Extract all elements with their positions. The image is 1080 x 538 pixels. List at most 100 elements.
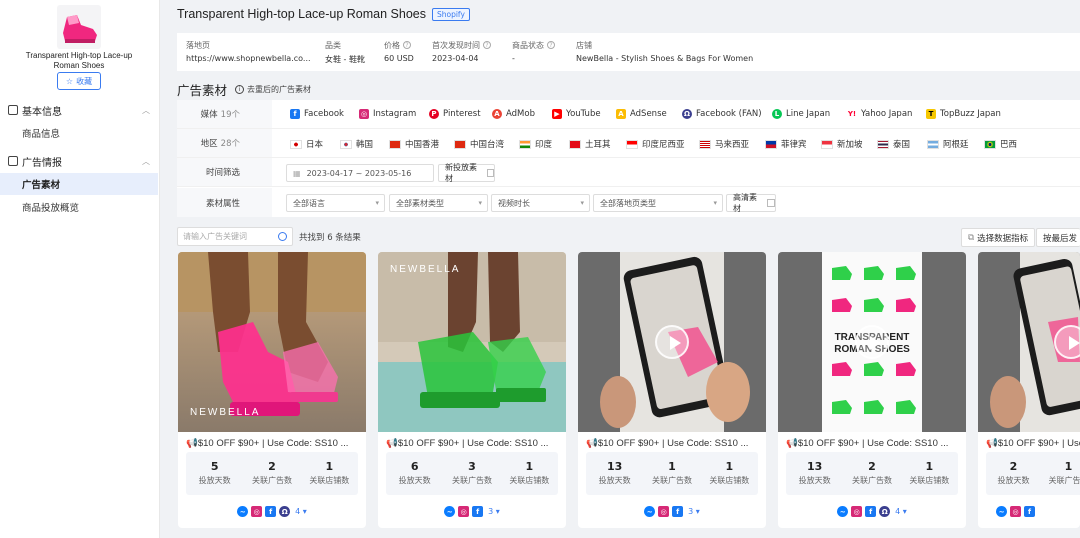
stat-days: 2 <box>1009 460 1018 473</box>
messenger-icon: ~ <box>837 506 849 517</box>
more-platforms[interactable]: 3 ▾ <box>488 507 500 516</box>
creative-video[interactable] <box>978 252 1080 432</box>
region-option-indonesia[interactable]: 印度尼西亚 <box>626 138 685 150</box>
region-option-thailand[interactable]: 泰国 <box>877 138 910 150</box>
language-select[interactable]: 全部语言 ▾ <box>286 194 385 212</box>
stat-ads: 2 <box>868 460 876 473</box>
flag-taiwan-icon <box>454 139 466 149</box>
ad-title: 📢$10 OFF $90+ | Use Code: SS10 ... <box>986 438 1080 449</box>
platform-icons: ~ ◎ f Ω 4 ▾ <box>178 506 366 517</box>
section-title: 广告素材 <box>177 83 228 98</box>
sidebar-item-ad-creatives[interactable]: 广告素材 <box>0 173 158 195</box>
sort-button[interactable]: 按最后发 <box>1036 228 1080 247</box>
region-option-brazil[interactable]: 巴西 <box>984 138 1017 150</box>
meta-landing-page: 落地页 https://www.shopnewbella.co... <box>186 40 311 64</box>
creative-card[interactable]: NEWBELLA 📢$10 OFF $90+ | Use Code: SS10 … <box>178 252 366 528</box>
creative-video[interactable] <box>578 252 766 432</box>
facebook-fan-icon: Ω <box>682 109 692 119</box>
youtube-icon: ▶ <box>552 109 562 119</box>
play-icon[interactable] <box>855 325 889 359</box>
product-thumbnail <box>57 5 101 49</box>
region-option-singapore[interactable]: 新加坡 <box>821 138 863 150</box>
keyword-search-input[interactable]: 请输入广告关键词 <box>177 227 293 246</box>
meta-category: 品类 女鞋 - 鞋靴 <box>325 40 365 65</box>
media-option-youtube[interactable]: ▶ YouTube <box>552 109 601 119</box>
region-option-malaysia[interactable]: 马来西亚 <box>699 138 749 150</box>
play-icon[interactable] <box>1054 325 1080 359</box>
help-icon[interactable]: ? <box>483 41 491 49</box>
more-platforms[interactable]: 4 ▾ <box>895 507 907 516</box>
meta-store: 店铺 NewBella - Stylish Shoes & Bags For W… <box>576 40 754 64</box>
creative-video[interactable]: TRANSPARENT ROMAN SHOES <box>778 252 966 432</box>
region-option-japan[interactable]: 日本 <box>290 138 323 150</box>
nav-group-basic-info[interactable]: 基本信息 ︿ <box>0 99 160 121</box>
region-option-india[interactable]: 印度 <box>519 138 552 150</box>
star-icon: ☆ <box>65 76 74 86</box>
flag-argentina-icon <box>927 139 939 149</box>
media-option-facebook[interactable]: f Facebook <box>290 109 344 119</box>
more-platforms[interactable]: 3 ▾ <box>688 507 700 516</box>
region-option-argentina[interactable]: 阿根廷 <box>927 138 969 150</box>
sidebar-item-product-info[interactable]: 商品信息 <box>0 122 158 144</box>
hd-creatives-checkbox[interactable]: 高清素材 <box>726 193 776 213</box>
instagram-icon: ◎ <box>1010 506 1021 517</box>
help-icon[interactable]: ? <box>547 41 555 49</box>
media-option-instagram[interactable]: ◎ Instagram <box>359 109 416 119</box>
creative-image[interactable]: NEWBELLA <box>378 252 566 432</box>
facebook-icon: f <box>865 506 877 517</box>
media-option-line-japan[interactable]: L Line Japan <box>772 109 830 119</box>
stat-ads: 1 <box>1064 460 1073 473</box>
section-header: 广告素材 i 去重后的广告素材 <box>177 80 311 99</box>
favorite-label: 收藏 <box>76 76 93 86</box>
meta-price: 价格? 60 USD <box>384 40 414 64</box>
creative-card[interactable]: TRANSPARENT ROMAN SHOES 📢$10 OFF $90+ | … <box>778 252 966 528</box>
media-option-adsense[interactable]: A AdSense <box>616 109 667 119</box>
landing-type-select[interactable]: 全部落地页类型 ▾ <box>593 194 723 212</box>
media-option-topbuzz-japan[interactable]: T TopBuzz Japan <box>926 109 1001 119</box>
region-option-turkey[interactable]: 土耳其 <box>569 138 611 150</box>
more-platforms[interactable]: 4 ▾ <box>295 507 307 516</box>
creative-card[interactable]: 📢$10 OFF $90+ | Use Code: SS10 ... 2投放天数… <box>978 252 1080 528</box>
facebook-icon: f <box>290 109 300 119</box>
favorite-button[interactable]: ☆ 收藏 <box>57 72 101 90</box>
region-option-hongkong[interactable]: 中国香港 <box>389 138 439 150</box>
chevron-down-icon: ▾ <box>580 199 584 207</box>
media-option-yahoo-japan[interactable]: Y! Yahoo Japan <box>847 109 912 119</box>
stats-panel: 2投放天数 1关联广告数 <box>986 452 1080 495</box>
ad-title: 📢$10 OFF $90+ | Use Code: SS10 ... <box>386 438 549 449</box>
media-option-facebook-fan[interactable]: Ω Facebook (FAN) <box>682 109 762 119</box>
select-metrics-button[interactable]: ⧉ 选择数据指标 <box>961 228 1036 247</box>
creative-type-select[interactable]: 全部素材类型 ▾ <box>389 194 488 212</box>
creative-image[interactable]: NEWBELLA <box>178 252 366 432</box>
checkbox-icon <box>486 169 494 177</box>
play-icon[interactable] <box>655 325 689 359</box>
flag-korea-icon <box>340 139 352 149</box>
stats-panel: 6 投放天数 3 关联广告数 1 关联店铺数 <box>386 452 558 495</box>
info-icon: i <box>235 85 245 94</box>
date-range-picker[interactable]: ▦ 2023-04-17 ~ 2023-05-16 <box>286 164 434 182</box>
sidebar-item-placement-overview[interactable]: 商品投放概览 <box>0 196 158 218</box>
page-header: Transparent High-top Lace-up Roman Shoes… <box>177 5 470 23</box>
chevron-down-icon: ▾ <box>375 199 379 207</box>
dedupe-toggle[interactable]: i 去重后的广告素材 <box>235 84 311 95</box>
help-icon[interactable]: ? <box>403 41 411 49</box>
result-count: 共找到 6 条结果 <box>299 233 361 243</box>
nav-group-ad-intel[interactable]: 广告情报 ︿ <box>0 150 160 172</box>
search-icon[interactable] <box>278 232 287 241</box>
region-option-korea[interactable]: 韩国 <box>340 138 373 150</box>
region-option-taiwan[interactable]: 中国台湾 <box>454 138 504 150</box>
media-option-pinterest[interactable]: P Pinterest <box>429 109 481 119</box>
stats-panel: 13 投放天数 2 关联广告数 1 关联店铺数 <box>786 452 958 495</box>
ad-title: 📢$10 OFF $90+ | Use Code: SS10 ... <box>186 438 349 449</box>
creative-card[interactable]: 📢$10 OFF $90+ | Use Code: SS10 ... 13 投放天… <box>578 252 766 528</box>
video-duration-select[interactable]: 视频时长 ▾ <box>491 194 590 212</box>
landing-page-link[interactable]: https://www.shopnewbella.co... <box>186 54 311 63</box>
new-creatives-checkbox[interactable]: 新投放素材 <box>438 163 495 183</box>
facebook-icon: f <box>1024 506 1035 517</box>
region-option-philippines[interactable]: 菲律宾 <box>765 138 807 150</box>
media-option-admob[interactable]: A AdMob <box>492 109 535 119</box>
filter-panel: 媒体 19个 f Facebook ◎ Instagram P Pinterest AA… <box>177 100 1080 217</box>
creative-card[interactable]: NEWBELLA 📢$10 OFF $90+ | Use Code: SS10 … <box>378 252 566 528</box>
product-meta: 落地页 https://www.shopnewbella.co... 品类 女鞋… <box>177 33 1080 71</box>
stat-shops: 1 <box>725 460 734 473</box>
